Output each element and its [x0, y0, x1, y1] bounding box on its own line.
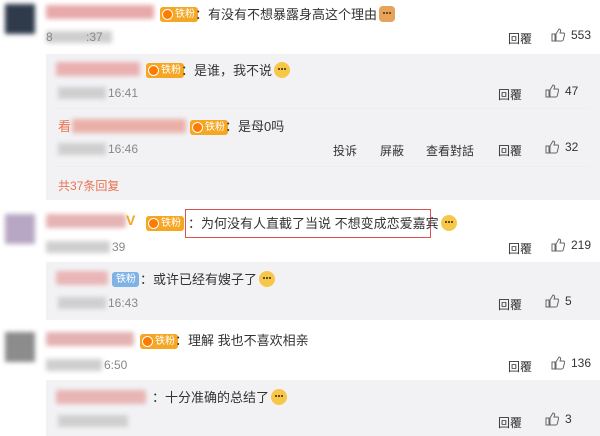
like-button[interactable]: 5: [545, 294, 572, 308]
view-conversation-button[interactable]: 查看對話: [426, 142, 474, 159]
fan-badge: 铁粉: [190, 120, 228, 135]
fan-badge-icon: [148, 65, 159, 76]
avatar[interactable]: [5, 332, 35, 362]
divider: [56, 108, 590, 109]
username[interactable]: [72, 119, 186, 133]
smile-emoji-icon: [259, 271, 276, 287]
reply-text: ：十分准确的总结了: [152, 389, 288, 406]
timestamp: 16:43: [108, 296, 139, 310]
reply-button[interactable]: 回覆: [498, 142, 522, 159]
username[interactable]: [46, 5, 154, 19]
thumbs-up-icon: [545, 294, 559, 308]
fan-badge: 铁粉: [140, 334, 178, 349]
timestamp-blur: [46, 359, 102, 371]
timestamp-blur: [58, 87, 106, 99]
username[interactable]: [56, 62, 140, 76]
fan-badge: 铁粉: [146, 63, 184, 78]
smile-emoji-icon: [274, 62, 291, 78]
timestamp: 8 :37: [46, 30, 103, 44]
timestamp: 16:46: [108, 142, 139, 156]
fan-badge-icon: [192, 122, 203, 133]
timestamp-blur: [58, 143, 106, 155]
smile-emoji-icon: [440, 215, 457, 231]
like-button[interactable]: 3: [545, 412, 572, 426]
avatar[interactable]: [5, 4, 35, 34]
thumbs-up-icon: [545, 412, 559, 426]
reply-button[interactable]: 回覆: [498, 86, 522, 103]
username-prefix[interactable]: 看: [58, 119, 71, 135]
timestamp-blur: [58, 415, 128, 427]
like-button[interactable]: 553: [551, 28, 591, 42]
reply-button[interactable]: 回覆: [508, 358, 532, 375]
thumbs-up-icon: [545, 84, 559, 98]
reply-button[interactable]: 回覆: [508, 30, 532, 47]
reply-text: ：或许已经有嫂子了: [140, 271, 276, 288]
thumbs-up-icon: [551, 28, 565, 42]
vip-v-icon: V: [126, 212, 136, 228]
timestamp: 16:41: [108, 86, 139, 100]
fan-badge-icon: [142, 336, 153, 347]
timestamp: 39: [112, 240, 126, 254]
username[interactable]: [46, 332, 134, 346]
report-button[interactable]: 投诉: [333, 142, 357, 159]
username[interactable]: [56, 390, 146, 404]
block-button[interactable]: 屏蔽: [380, 142, 404, 159]
username[interactable]: [46, 214, 126, 228]
like-button[interactable]: 219: [551, 238, 591, 252]
reply-button[interactable]: 回覆: [498, 296, 522, 313]
thumbs-up-icon: [551, 356, 565, 370]
fan-badge: 铁粉: [160, 7, 198, 22]
avatar[interactable]: [5, 214, 35, 244]
timestamp-blur: [58, 297, 106, 309]
reply-button[interactable]: 回覆: [498, 414, 522, 431]
reply-text: ：是母0吗: [225, 119, 285, 134]
comment-text: ：理解 我也不喜欢相亲: [175, 333, 309, 348]
timestamp-blur: [46, 241, 110, 253]
fan-badge: 铁粉: [112, 272, 139, 287]
reply-button[interactable]: 回覆: [508, 240, 532, 257]
fan-badge: 铁粉: [146, 216, 184, 231]
divider: [56, 166, 590, 167]
fan-badge-icon: [148, 218, 159, 229]
comment-text: ：为何没有人直截了当说 不想变成恋爱嘉宾: [188, 215, 457, 232]
fan-badge-icon: [162, 9, 173, 20]
cat-emoji-icon: [379, 6, 396, 22]
smile-emoji-icon: [271, 389, 288, 405]
thumbs-up-icon: [551, 238, 565, 252]
more-replies-link[interactable]: 共37条回复: [58, 177, 119, 194]
timestamp: 6:50: [104, 358, 128, 372]
reply-text: ：是谁，我不说: [181, 62, 291, 79]
like-button[interactable]: 136: [551, 356, 591, 370]
comment-text: ：有没有不想暴露身高这个理由: [195, 6, 396, 23]
username[interactable]: [56, 271, 108, 285]
thumbs-up-icon: [545, 140, 559, 154]
like-button[interactable]: 32: [545, 140, 578, 154]
like-button[interactable]: 47: [545, 84, 578, 98]
